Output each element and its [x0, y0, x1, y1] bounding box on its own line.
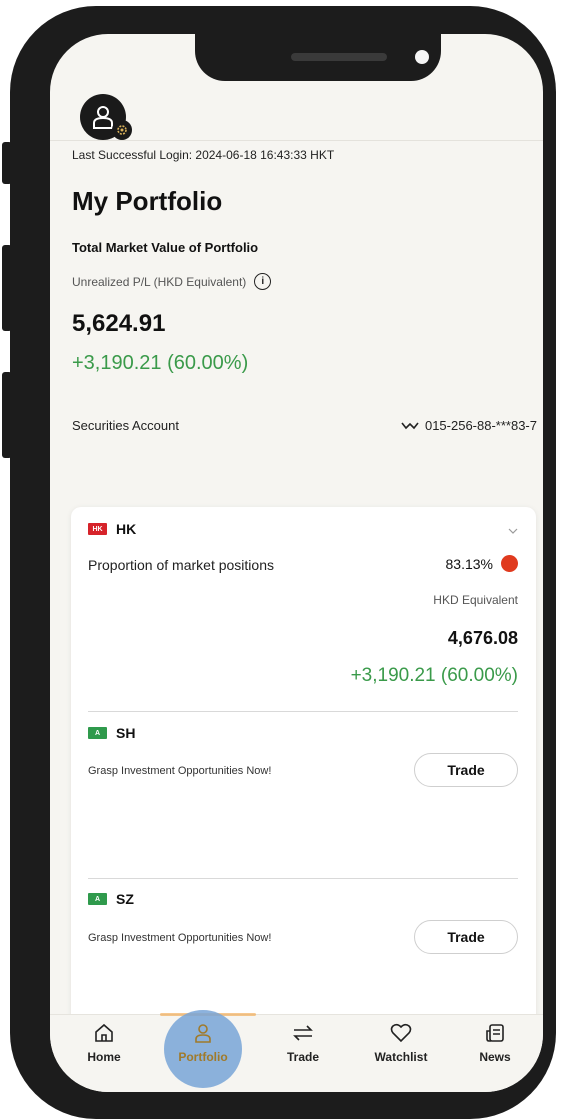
swap-arrows-icon: [292, 1022, 314, 1044]
proportion-percent: 83.13%: [445, 555, 493, 572]
total-value: 5,624.91: [72, 310, 166, 337]
nav-label: Watchlist: [374, 1050, 428, 1064]
market-header-sh[interactable]: A SH: [88, 725, 135, 741]
nav-label: News: [479, 1050, 511, 1064]
account-icon: [401, 422, 419, 429]
divider: [88, 878, 518, 879]
page-title: My Portfolio: [72, 186, 223, 216]
divider: [88, 711, 518, 712]
nav-trade[interactable]: Trade: [258, 1022, 348, 1064]
promo-text: Grasp Investment Opportunities Now!: [88, 932, 272, 944]
app-screen: Last Successful Login: 2024-06-18 16:43:…: [50, 34, 543, 1092]
nav-label: Portfolio: [178, 1050, 228, 1064]
markets-card: HK HK Proportion of market positions 83.…: [71, 507, 536, 1047]
nav-news[interactable]: News: [450, 1022, 540, 1064]
market-name: HK: [116, 521, 137, 537]
hk-market-gain: +3,190.21 (60.00%): [350, 665, 518, 686]
hk-flag-icon: HK: [88, 523, 107, 535]
chevron-down-icon[interactable]: [508, 523, 518, 537]
person-icon: [93, 106, 113, 129]
news-icon: [485, 1022, 505, 1044]
market-header-sz[interactable]: A SZ: [88, 891, 134, 907]
market-name: SZ: [116, 891, 134, 907]
trade-button-sh[interactable]: Trade: [414, 753, 518, 787]
home-icon: [94, 1022, 114, 1044]
market-header-hk[interactable]: HK HK: [88, 521, 136, 537]
promo-text: Grasp Investment Opportunities Now!: [88, 765, 272, 777]
front-camera: [415, 50, 429, 64]
proportion-value: 83.13%: [446, 555, 518, 572]
last-login-text: Last Successful Login: 2024-06-18 16:43:…: [72, 148, 335, 162]
heart-icon: [390, 1022, 412, 1044]
person-icon: [193, 1022, 213, 1044]
speaker: [291, 53, 387, 61]
market-name: SH: [116, 725, 136, 741]
nav-watchlist[interactable]: Watchlist: [356, 1022, 446, 1064]
securities-account-label: Securities Account: [72, 418, 179, 433]
a-share-flag-icon: A: [88, 893, 107, 905]
trade-button-sz[interactable]: Trade: [414, 920, 518, 954]
total-gain: +3,190.21 (60.00%): [72, 352, 249, 374]
notch: [195, 34, 441, 81]
hk-market-value: 4,676.08: [447, 628, 518, 648]
hkd-equivalent-label: HKD Equivalent: [433, 593, 518, 607]
nav-label: Home: [87, 1050, 121, 1064]
unrealized-pl-text: Unrealized P/L (HKD Equivalent): [72, 274, 247, 289]
nav-home[interactable]: Home: [59, 1022, 149, 1064]
account-number: 015-256-88-***83-7: [424, 418, 537, 433]
nav-label: Trade: [286, 1050, 319, 1064]
total-market-value-label: Total Market Value of Portfolio: [72, 240, 259, 255]
account-selector[interactable]: 015-256-88-***83-7: [401, 418, 537, 433]
header-divider: [50, 140, 543, 141]
proportion-dot-icon: [501, 555, 518, 572]
proportion-label: Proportion of market positions: [88, 557, 274, 573]
nav-portfolio[interactable]: Portfolio: [158, 1022, 248, 1064]
unrealized-pl-label: Unrealized P/L (HKD Equivalent) i: [72, 273, 272, 290]
a-share-flag-icon: A: [88, 727, 107, 739]
info-icon[interactable]: i: [254, 273, 272, 290]
settings-gear-icon[interactable]: [112, 120, 132, 140]
